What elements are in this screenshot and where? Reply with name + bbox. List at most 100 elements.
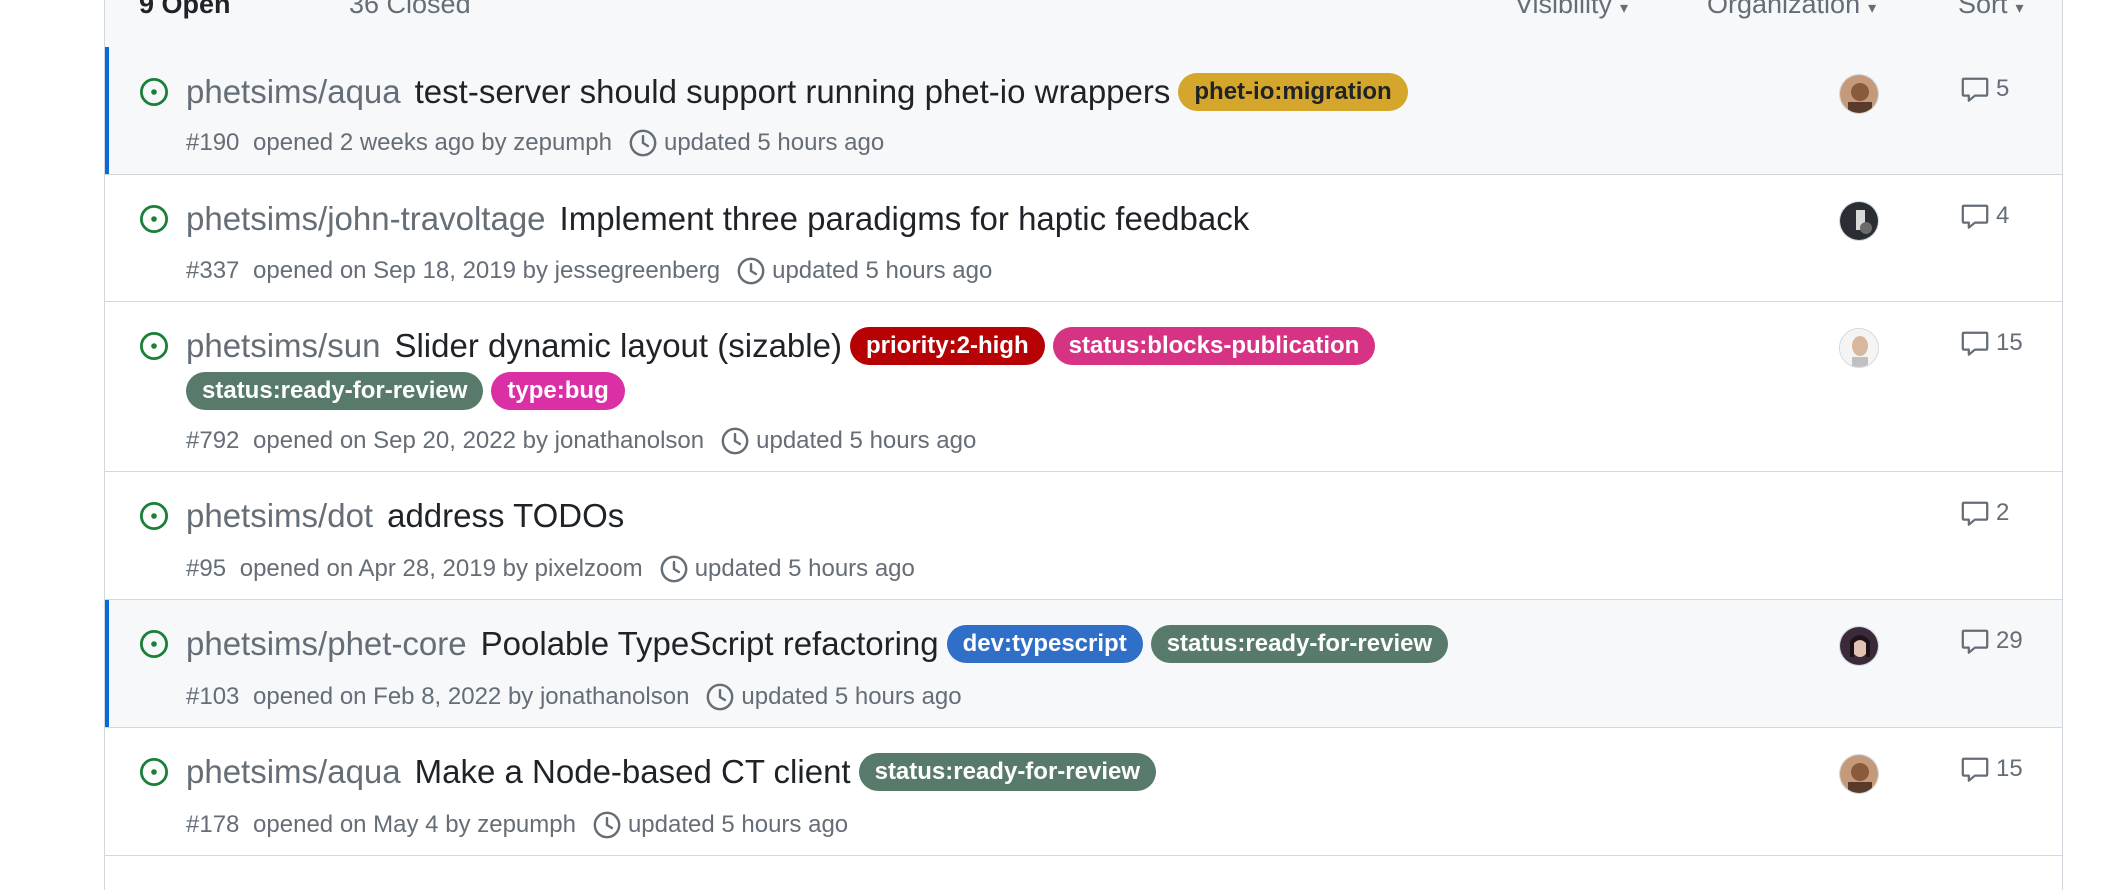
avatar-zepumph[interactable] [1839,74,1879,114]
issue-label[interactable]: status:ready-for-review [858,753,1157,791]
clock-icon [720,426,750,463]
issue-number: #95 [186,555,227,582]
comment-count: 2 [1996,499,2010,526]
issue-updated-text: updated 5 hours ago [756,427,977,454]
issue-meta: #190 opened 2 weeks ago by zepumph update… [186,128,884,165]
issue-opened-text: opened on Sep 20, 2022 by jonathanolson [246,427,705,454]
comment-icon [1960,75,1996,102]
issue-opened-icon [138,76,170,108]
issue-meta: #95 opened on Apr 28, 2019 by pixelzoom u… [186,554,915,591]
issue-label[interactable]: priority:2-high [849,327,1045,365]
repo-link[interactable]: phetsims/phet-core [186,625,467,662]
issue-row[interactable]: phetsims/sun Slider dynamic layout (sizab… [105,302,2062,472]
issue-opened-icon [138,756,170,788]
organization-label: Organization [1707,0,1861,19]
comments-link[interactable]: 29 [1960,626,2023,656]
issue-title-link[interactable]: address TODOs [387,497,624,534]
issue-meta: #103 opened on Feb 8, 2022 by jonathanol… [186,682,962,719]
issue-updated-text: updated 5 hours ago [663,129,885,156]
visibility-label: Visibility [1515,0,1613,19]
issue-number: #792 [186,427,240,454]
open-issues-label: 9 Open [139,0,231,19]
issue-number: #190 [186,129,240,156]
issue-label[interactable]: status:blocks-publication [1052,327,1376,365]
issue-opened-icon [138,628,170,660]
repo-link[interactable]: phetsims/aqua [186,753,401,790]
comment-icon [1960,329,1996,356]
issue-label[interactable]: dev:typescript [946,625,1143,663]
issue-label[interactable]: phet-io:migration [1178,73,1408,111]
avatar-jessegreenberg[interactable] [1839,201,1879,241]
issue-label[interactable]: status:ready-for-review [186,372,484,410]
issue-updated-text: updated 5 hours ago [772,257,993,284]
issue-meta: #178 opened on May 4 by zepumph updated 5… [186,810,848,847]
comment-icon [1960,202,1996,229]
organization-dropdown[interactable]: Organization ▾ [1707,0,1876,20]
closed-issues-filter[interactable]: 36 Closed [349,0,471,20]
issues-list-header: 9 Open 36 Closed Visibility ▾ Organizatio… [105,0,2062,48]
issue-row[interactable]: phetsims/aqua Make a Node-based CT client… [105,728,2062,856]
issue-row[interactable]: phetsims/john-travoltage Implement three … [105,175,2062,302]
comments-link[interactable]: 2 [1960,498,2009,528]
issue-number: #103 [186,683,240,710]
issue-title-link[interactable]: Poolable TypeScript refactoring [481,625,939,662]
issue-opened-text: opened on Apr 28, 2019 by pixelzoom [233,555,643,582]
comment-count: 29 [1996,627,2023,654]
issue-title-line: phetsims/aqua test-server should support … [186,72,1408,112]
comment-count: 4 [1996,202,2010,229]
issue-labels-line: status:ready-for-review type:bug [178,372,625,410]
issue-title-link[interactable]: Slider dynamic layout (sizable) [394,327,842,364]
issue-title-link[interactable]: test-server should support running phet-… [415,73,1171,110]
comments-link[interactable]: 15 [1960,754,2023,784]
issue-updated-text: updated 5 hours ago [627,811,849,838]
avatar-jonathanolson[interactable] [1839,328,1879,368]
open-issues-filter[interactable]: 9 Open [139,0,231,20]
issue-title-line: phetsims/sun Slider dynamic layout (sizab… [186,326,1376,366]
issue-label[interactable]: type:bug [491,372,625,410]
comment-icon [1960,499,1996,526]
issue-number: #178 [186,811,240,838]
issue-opened-text: opened on Sep 18, 2019 by jessegreenberg [246,257,721,284]
issue-updated-text: updated 5 hours ago [694,555,915,582]
comment-count: 15 [1996,329,2023,356]
issue-number: #337 [186,257,240,284]
issue-opened-icon [138,330,170,362]
issue-label[interactable]: status:ready-for-review [1150,625,1449,663]
issue-title-line: phetsims/phet-core Poolable TypeScript re… [186,624,1449,664]
avatar-user[interactable] [1839,626,1879,666]
clock-icon [628,128,658,165]
issue-title-line: phetsims/aqua Make a Node-based CT client… [186,752,1157,792]
clock-icon [705,682,735,719]
comments-link[interactable]: 5 [1960,74,2009,104]
closed-issues-label: 36 Closed [349,0,471,19]
repo-link[interactable]: phetsims/sun [186,327,380,364]
issue-opened-text: opened on Feb 8, 2022 by jonathanolson [246,683,690,710]
issue-updated-text: updated 5 hours ago [741,683,962,710]
issue-title-line: phetsims/john-travoltage Implement three … [186,199,1249,239]
avatar-zepumph[interactable] [1839,754,1879,794]
issue-row[interactable]: phetsims/dot address TODOs #95 opened on A… [105,472,2062,600]
issue-title-link[interactable]: Make a Node-based CT client [415,753,851,790]
sort-label: Sort [1958,0,2008,19]
repo-link[interactable]: phetsims/john-travoltage [186,200,546,237]
issue-row[interactable]: phetsims/aqua test-server should support … [105,47,2062,175]
chevron-down-icon: ▾ [2015,0,2024,17]
clock-icon [736,256,766,293]
issue-row[interactable]: phetsims/phet-core Poolable TypeScript re… [105,600,2062,728]
issue-opened-text: opened on May 4 by zepumph [246,811,576,838]
comments-link[interactable]: 15 [1960,328,2023,358]
issue-opened-icon [138,500,170,532]
chevron-down-icon: ▾ [1868,0,1877,17]
visibility-dropdown[interactable]: Visibility ▾ [1515,0,1628,20]
comments-link[interactable]: 4 [1960,201,2009,231]
comment-count: 5 [1996,75,2010,102]
clock-icon [592,810,622,847]
issue-opened-text: opened 2 weeks ago by zepumph [246,129,612,156]
chevron-down-icon: ▾ [1620,0,1629,17]
comment-icon [1960,755,1996,782]
sort-dropdown[interactable]: Sort ▾ [1958,0,2024,20]
issue-opened-icon [138,203,170,235]
repo-link[interactable]: phetsims/aqua [186,73,401,110]
issue-title-link[interactable]: Implement three paradigms for haptic fee… [560,200,1250,237]
repo-link[interactable]: phetsims/dot [186,497,373,534]
